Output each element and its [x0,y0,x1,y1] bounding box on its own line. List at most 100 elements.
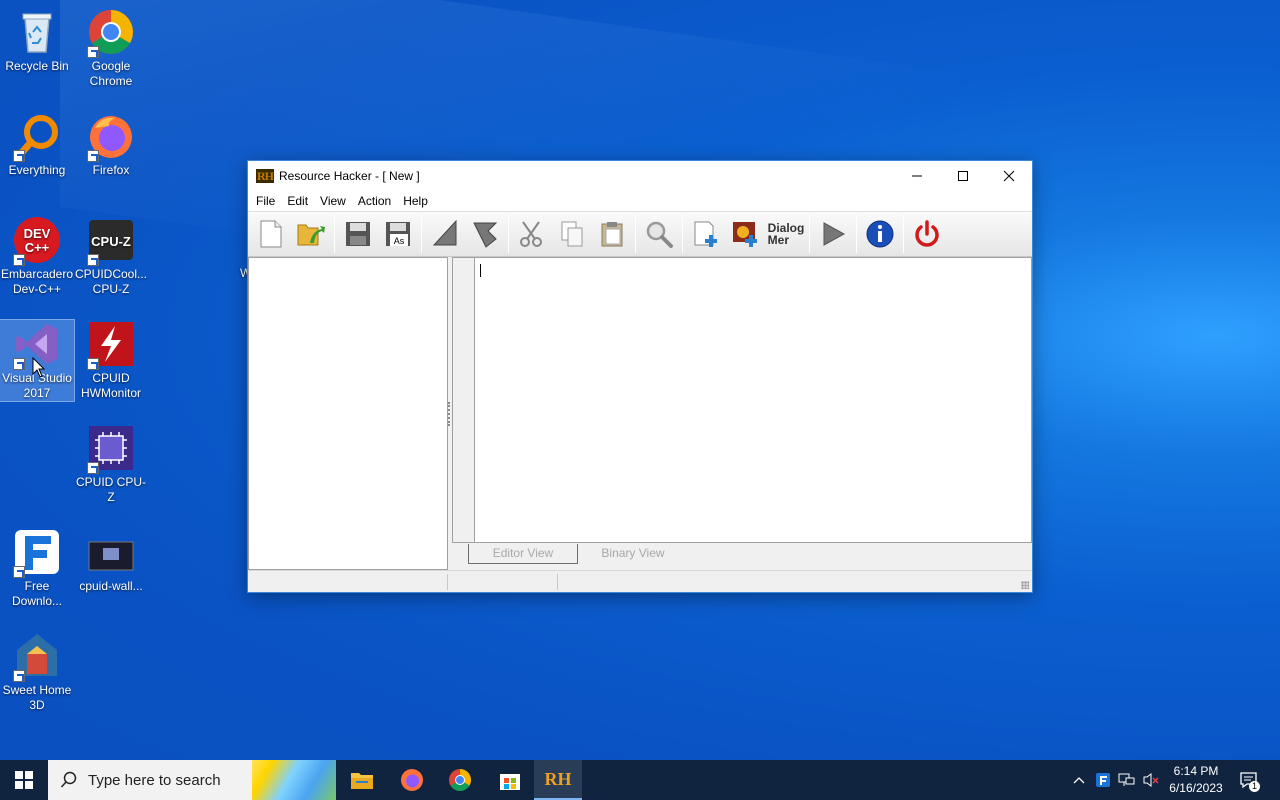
folder-icon [351,773,373,789]
menu-bar: File Edit View Action Help [248,191,1032,211]
show-hidden-icons-button[interactable] [1068,760,1090,800]
desktop-icon-google-chrome[interactable]: Google Chrome [74,8,148,89]
paste-button[interactable] [593,215,631,253]
run-script-button[interactable] [814,215,852,253]
desktop-icon-dev-cpp[interactable]: DEV C++ Embarcadero Dev-C++ [0,216,74,297]
desktop-icon-cpuid-cpuz[interactable]: CPUID CPU-Z [74,424,148,505]
desktop-icon-label: Firefox [92,163,130,177]
find-button[interactable] [640,215,678,253]
save-button[interactable] [339,215,377,253]
start-button[interactable] [0,760,48,800]
open-file-button[interactable] [292,215,330,253]
desktop-icon-cpuidcool-cpuz[interactable]: CPU-Z CPUIDCool... CPU-Z [74,216,148,297]
desktop-icon-hwmonitor[interactable]: CPUID HWMonitor [74,320,148,401]
menu-help[interactable]: Help [397,194,434,208]
play-icon [823,222,846,246]
close-button[interactable] [986,161,1032,191]
desktop-icon-cpuid-wallpaper[interactable]: cpuid-wall... [74,528,148,594]
devcpp-icon: DEV C++ [13,216,61,266]
menu-file[interactable]: File [250,194,281,208]
close-icon [1003,170,1015,182]
minimize-button[interactable] [894,161,940,191]
magnifier-icon [646,221,673,248]
svg-text:C++: C++ [25,240,50,255]
desktop-icon-free-download[interactable]: Free Downlo... [0,528,74,609]
toolbar-separator [421,215,422,253]
shortcut-arrow-icon [13,254,25,266]
taskbar-clock[interactable]: 6:14 PM 6/16/2023 [1162,763,1230,797]
taskbar-file-explorer[interactable] [338,760,386,800]
tray-free-download-manager[interactable] [1092,760,1114,800]
power-icon [915,220,939,247]
about-button[interactable] [861,215,899,253]
taskbar-resource-hacker[interactable]: RH [534,760,582,800]
desktop-icon-firefox[interactable]: Firefox [74,112,148,178]
new-file-button[interactable] [252,215,290,253]
window-title: Resource Hacker - [ New ] [279,169,420,183]
resize-grip-icon[interactable] [1021,581,1029,589]
menu-edit[interactable]: Edit [281,194,314,208]
shortcut-arrow-icon [87,46,99,58]
new-file-icon [260,220,282,248]
toolbar-separator [635,215,636,253]
tab-binary-view[interactable]: Binary View [578,544,688,564]
decompile-button[interactable] [466,215,504,253]
resource-hacker-window[interactable]: RH Resource Hacker - [ New ] File Edit V… [247,160,1033,593]
chevron-up-icon [1073,777,1085,784]
hwmonitor-icon [87,320,135,370]
editor-pane[interactable] [452,257,1032,543]
desktop-icon-label: cpuid-wall... [79,579,143,593]
desktop-icon-label: Google Chrome [89,59,133,88]
free-download-manager-icon [13,528,61,578]
chrome-icon [87,8,135,58]
taskbar-firefox[interactable] [388,760,436,800]
notifications-button[interactable]: 1 [1234,760,1264,800]
clock-date: 6/16/2023 [1169,781,1223,795]
menu-action[interactable]: Action [352,194,397,208]
resource-tree-pane[interactable] [248,257,448,570]
desktop-icon-label: Free Downlo... [11,579,63,608]
desktop-icon-label: CPUIDCool... CPU-Z [74,267,148,296]
taskbar-search-box[interactable]: Type here to search [48,760,336,800]
desktop-icon-label: Recycle Bin [5,59,69,73]
desktop-icon-everything[interactable]: Everything [0,112,74,178]
shortcut-arrow-icon [13,150,25,162]
desktop-icon-label: CPUID HWMonitor [80,371,141,400]
toolbar-separator [856,215,857,253]
main-panes: Editor View Binary View [248,257,1032,570]
copy-button[interactable] [553,215,591,253]
desktop-icon-label: CPUID CPU-Z [75,475,146,504]
menu-view[interactable]: View [314,194,352,208]
fdm-tray-icon [1096,773,1110,787]
desktop-icon-label: Embarcadero Dev-C++ [0,267,74,296]
toolbar-separator [682,215,683,253]
desktop-icon-sweet-home-3d[interactable]: Sweet Home 3D [0,632,74,713]
compile-arrow-icon [432,219,457,246]
copy-icon [561,221,583,247]
add-resource-button[interactable] [687,215,725,253]
everything-magnifier-icon [13,112,61,162]
save-disk-icon [346,222,370,246]
compile-button[interactable] [426,215,464,253]
cut-button[interactable] [513,215,551,253]
shortcut-arrow-icon [87,150,99,162]
minimize-icon [912,175,922,177]
add-image-resource-button[interactable] [727,215,765,253]
exit-button[interactable] [908,215,946,253]
paste-clipboard-icon [601,222,623,247]
save-as-button[interactable]: As [379,215,417,253]
firefox-icon [87,112,135,162]
tray-network[interactable] [1116,760,1138,800]
tab-editor-view[interactable]: Editor View [468,544,578,564]
shortcut-arrow-icon [13,670,25,682]
tray-volume[interactable] [1140,760,1162,800]
maximize-button[interactable] [940,161,986,191]
desktop-icon-recycle-bin[interactable]: Recycle Bin [0,8,74,74]
title-bar[interactable]: RH Resource Hacker - [ New ] [248,161,1032,191]
text-caret [480,264,481,277]
network-icon [1118,773,1135,786]
dialog-merge-button[interactable]: Dialog Mer [767,215,805,253]
taskbar-chrome[interactable] [436,760,484,800]
taskbar-microsoft-store[interactable] [486,760,534,800]
image-file-icon [87,528,135,576]
